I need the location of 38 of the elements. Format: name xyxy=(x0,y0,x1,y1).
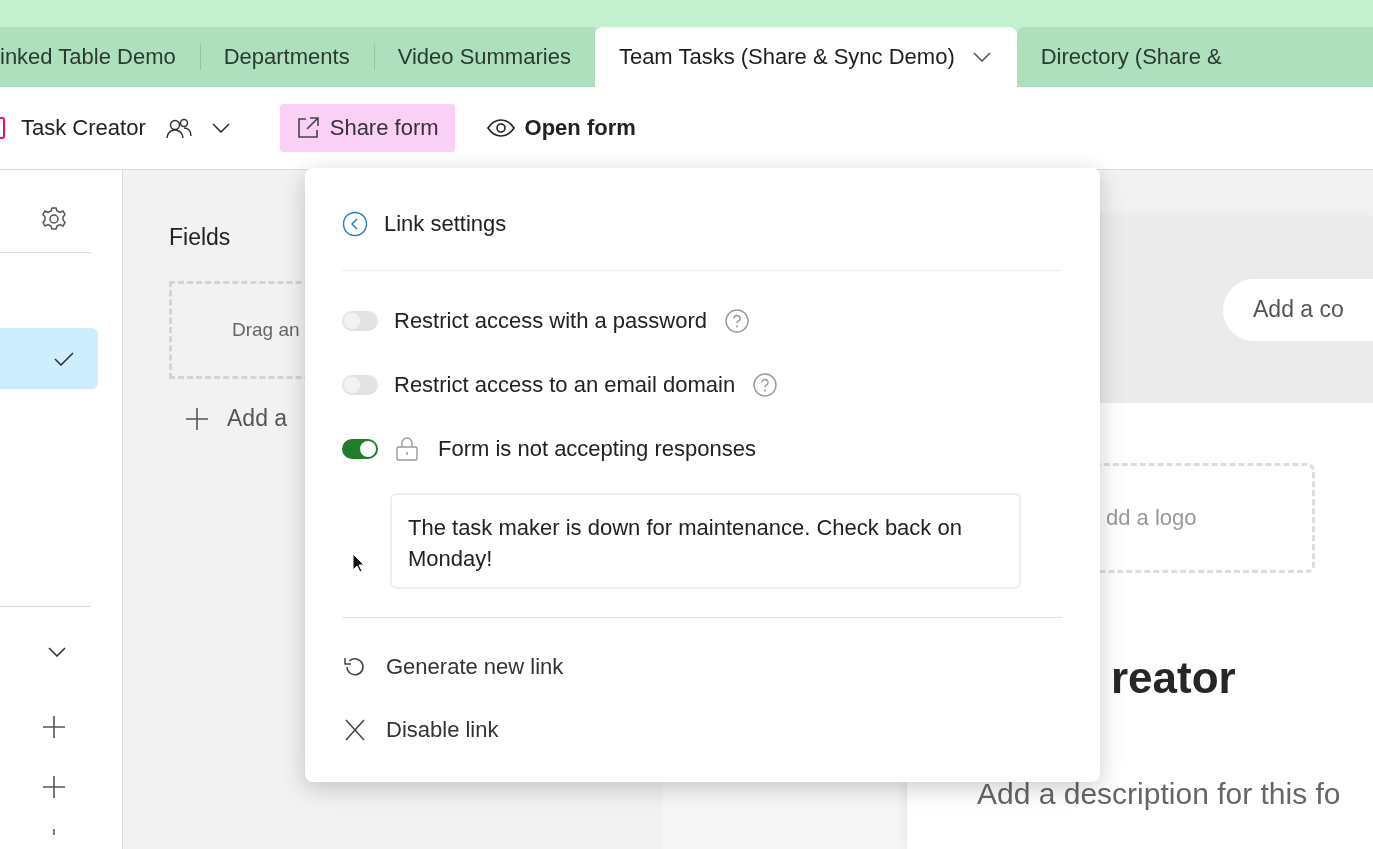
menu-item[interactable]: Generate new link xyxy=(342,635,1062,698)
toggle-switch[interactable] xyxy=(342,439,378,459)
form-icon xyxy=(0,117,6,139)
panel-title: Fields xyxy=(169,224,231,251)
sheet-tab[interactable]: Departments xyxy=(199,27,374,87)
check-icon xyxy=(54,351,74,366)
open-form-button[interactable]: Open form xyxy=(470,104,652,152)
toggle-switch[interactable] xyxy=(342,311,378,331)
share-form-button[interactable]: Share form xyxy=(279,104,455,152)
plus-icon[interactable] xyxy=(42,715,66,739)
add-field-link[interactable]: Add a xyxy=(227,405,288,432)
settings-icon[interactable] xyxy=(41,206,67,232)
plus-icon[interactable] xyxy=(42,775,66,799)
form-title: reator xyxy=(1111,653,1236,703)
eye-icon xyxy=(486,119,515,137)
form-name[interactable]: Task Creator xyxy=(21,115,146,141)
popover-title: Link settings xyxy=(384,211,507,237)
people-icon[interactable] xyxy=(163,116,194,140)
menu-item[interactable]: Disable link xyxy=(342,698,1062,761)
sheet-tab[interactable]: Team Tasks (Share & Sync Demo) xyxy=(594,27,1017,87)
option-label: Form is not accepting responses xyxy=(438,436,756,462)
help-icon[interactable] xyxy=(753,373,778,397)
toggle-switch[interactable] xyxy=(342,375,378,395)
plus-icon[interactable] xyxy=(185,406,209,431)
description-placeholder[interactable]: Add a description for this fo xyxy=(977,777,1341,811)
sheet-tab[interactable]: Video Summaries xyxy=(373,27,595,87)
chevron-down-icon[interactable] xyxy=(211,123,230,133)
help-icon[interactable] xyxy=(725,309,749,333)
close-icon xyxy=(342,717,368,742)
chevron-down-icon[interactable] xyxy=(48,647,66,657)
sheet-tab[interactable]: inked Table Demo xyxy=(0,27,200,87)
add-cover-button[interactable]: Add a co xyxy=(1223,278,1373,341)
mouse-cursor-icon xyxy=(352,553,364,573)
external-link-icon xyxy=(295,116,320,140)
chevron-down-icon[interactable] xyxy=(972,52,991,62)
message-field[interactable]: The task maker is down for maintenance. Check back on Monday! xyxy=(390,493,1021,589)
back-icon[interactable] xyxy=(342,211,368,237)
sheet-tab[interactable]: Directory (Share & xyxy=(1016,27,1373,87)
